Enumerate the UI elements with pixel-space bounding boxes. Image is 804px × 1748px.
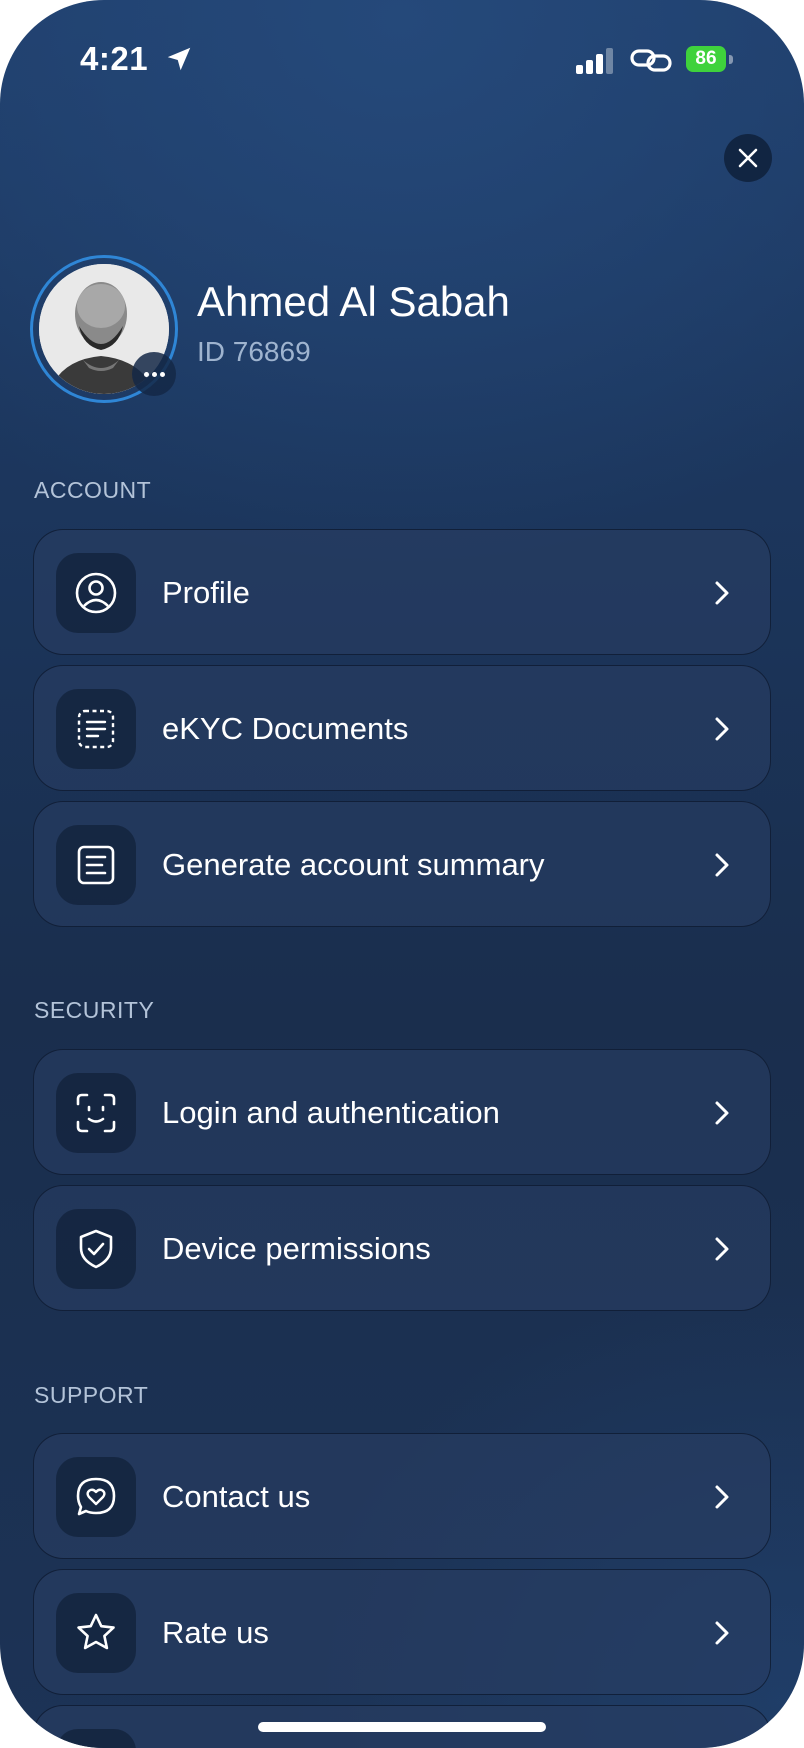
menu-item-label: Device permissions — [162, 1231, 431, 1266]
more-dot — [143, 371, 149, 377]
menu-item-rate-us[interactable]: Rate us — [33, 1569, 771, 1695]
menu-icon-box — [56, 1073, 136, 1153]
close-icon — [738, 148, 758, 168]
menu-icon-box — [56, 553, 136, 633]
location-arrow-icon — [167, 47, 191, 71]
summary-document-icon — [77, 845, 115, 885]
menu-icon-box — [56, 825, 136, 905]
menu-icon-box — [56, 1209, 136, 1289]
phone-screen: 4:21 86 Ahmed Al Sabah ID 76869 ACCOUNT … — [0, 0, 804, 1748]
more-dot — [151, 371, 157, 377]
menu-item-label: Generate account summary — [162, 847, 545, 882]
chevron-right-icon — [715, 1237, 729, 1261]
link-icon — [630, 49, 672, 72]
shield-check-icon — [79, 1229, 113, 1269]
menu-item-generate-account-summary[interactable]: Generate account summary — [33, 801, 771, 927]
chevron-right-icon — [715, 1621, 729, 1645]
section-title-account: ACCOUNT — [34, 477, 152, 503]
chat-heart-icon — [76, 1477, 116, 1516]
menu-item-ekyc-documents[interactable]: eKYC Documents — [33, 665, 771, 791]
status-time: 4:21 — [80, 40, 149, 77]
menu-item-contact-us[interactable]: Contact us — [33, 1433, 771, 1559]
user-name: Ahmed Al Sabah — [197, 278, 510, 325]
home-indicator[interactable] — [258, 1722, 546, 1732]
menu-item-label: Contact us — [162, 1479, 311, 1514]
chevron-right-icon — [715, 1485, 729, 1509]
menu-item-login-authentication[interactable]: Login and authentication — [33, 1049, 771, 1175]
battery-icon: 86 — [686, 46, 726, 72]
user-circle-icon — [75, 572, 117, 614]
menu-item-label: Login and authentication — [162, 1095, 500, 1130]
menu-item-label: Profile — [162, 575, 250, 610]
star-icon — [77, 1613, 115, 1650]
face-id-icon — [76, 1093, 116, 1133]
battery-level: 86 — [695, 48, 717, 69]
user-id: ID 76869 — [197, 336, 311, 367]
menu-item-device-permissions[interactable]: Device permissions — [33, 1185, 771, 1311]
document-scan-icon — [77, 709, 115, 749]
chevron-right-icon — [715, 717, 729, 741]
chevron-right-icon — [715, 853, 729, 877]
more-dot — [159, 371, 165, 377]
menu-item-label: Rate us — [162, 1615, 269, 1650]
menu-icon-box — [56, 689, 136, 769]
chevron-right-icon — [715, 581, 729, 605]
section-title-security: SECURITY — [34, 997, 155, 1023]
menu-item-profile[interactable]: Profile — [33, 529, 771, 655]
chevron-right-icon — [715, 1101, 729, 1125]
menu-icon-box — [56, 1457, 136, 1537]
menu-item-label: eKYC Documents — [162, 711, 409, 746]
menu-icon-box — [56, 1729, 136, 1748]
close-button[interactable] — [724, 134, 772, 182]
signal-icon — [576, 48, 613, 74]
menu-icon-box — [56, 1593, 136, 1673]
battery-cap — [729, 55, 733, 64]
avatar-more-button[interactable] — [132, 352, 176, 396]
section-title-support: SUPPORT — [34, 1382, 149, 1408]
